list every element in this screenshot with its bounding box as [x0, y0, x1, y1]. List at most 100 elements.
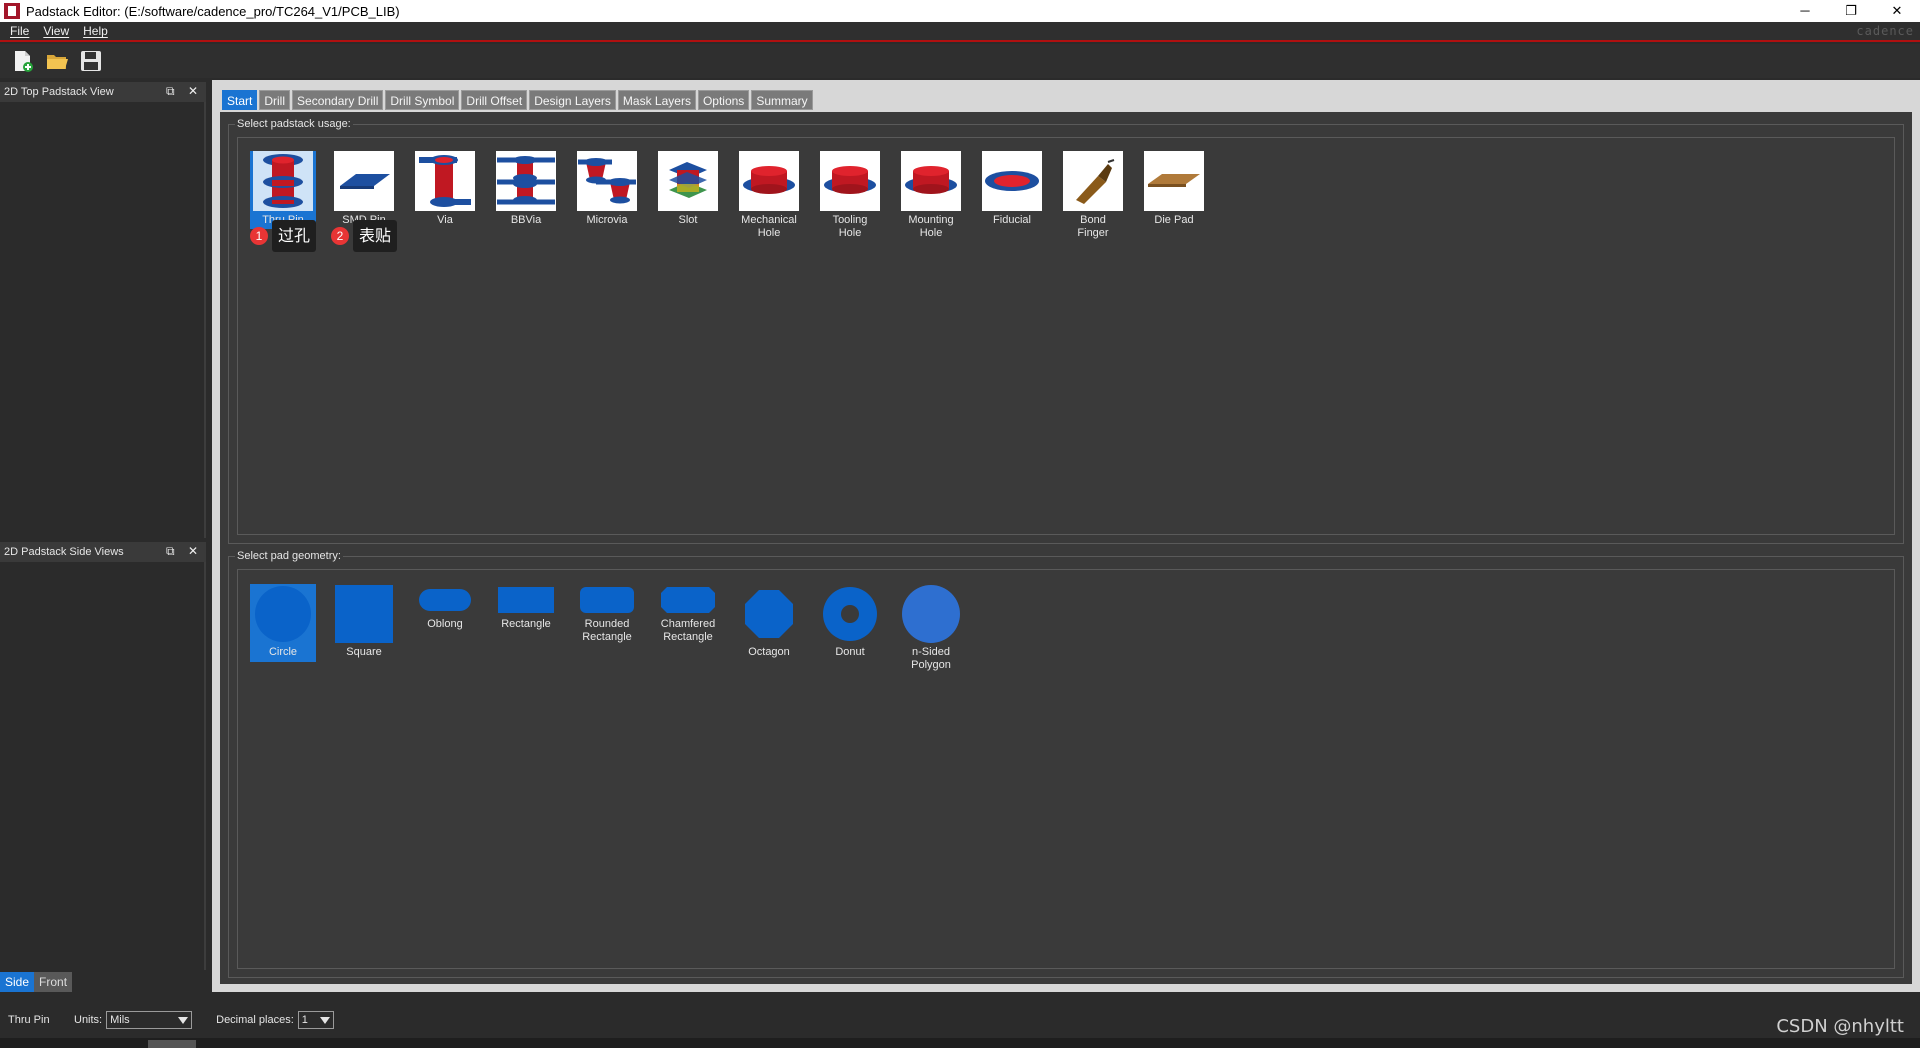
decimal-label: Decimal places: — [216, 1014, 294, 1026]
geometry-n-sided-polygon[interactable]: n-Sided Polygon — [898, 584, 964, 672]
donut-icon — [817, 584, 883, 644]
save-icon[interactable] — [78, 48, 104, 74]
usage-mechanical-hole[interactable]: Mechanical Hole — [736, 151, 802, 240]
window-title: Padstack Editor: (E:/software/cadence_pr… — [26, 3, 400, 19]
usage-label: Via — [437, 214, 453, 226]
restore-button[interactable]: ❐ — [1828, 0, 1874, 22]
die-pad-icon — [1144, 151, 1204, 211]
usage-label-line1: Bond — [1080, 214, 1106, 226]
tab-design-layers[interactable]: Design Layers — [529, 90, 616, 110]
menu-help[interactable]: Help — [83, 24, 108, 38]
units-select[interactable]: Mils — [106, 1011, 193, 1029]
chevron-down-icon — [178, 1016, 189, 1024]
geometry-circle[interactable]: Circle — [250, 584, 316, 662]
tab-secondary-drill[interactable]: Secondary Drill — [292, 90, 384, 110]
rectangle-icon — [493, 584, 559, 616]
open-folder-icon[interactable] — [44, 48, 70, 74]
square-icon — [331, 584, 397, 644]
usage-label-line2: Hole — [757, 227, 781, 239]
usage-label-line1: Mounting — [908, 214, 954, 226]
decimal-select[interactable]: 1 — [297, 1011, 334, 1029]
mounting-hole-icon — [901, 151, 961, 211]
app-icon — [4, 3, 20, 19]
close-icon[interactable]: ✕ — [188, 544, 198, 558]
title-bar: Padstack Editor: (E:/software/cadence_pr… — [0, 0, 1920, 22]
bottom-scrollbar[interactable] — [0, 1038, 1920, 1048]
scrollbar-thumb[interactable] — [148, 1040, 196, 1048]
geometry-chamfered-rectangle[interactable]: Chamfered Rectangle — [655, 584, 721, 644]
oblong-icon — [412, 584, 478, 616]
cadence-logo: cadence — [1856, 24, 1914, 38]
tab-start[interactable]: Start — [222, 90, 258, 110]
tab-drill-symbol[interactable]: Drill Symbol — [385, 90, 460, 110]
usage-tooling-hole[interactable]: Tooling Hole — [817, 151, 883, 240]
usage-bond-finger[interactable]: Bond Finger — [1060, 151, 1126, 240]
annotation-label-2: 表贴 — [353, 220, 398, 252]
main-panel: Start Drill Secondary Drill Drill Symbol… — [212, 80, 1920, 992]
mechanical-hole-icon — [739, 151, 799, 211]
watermark: CSDN @nhyltt — [1776, 1016, 1904, 1037]
usage-thru-pin[interactable]: Thru Pin — [250, 151, 316, 229]
tab-side[interactable]: Side — [0, 972, 35, 992]
usage-mounting-hole[interactable]: Mounting Hole — [898, 151, 964, 240]
tab-options[interactable]: Options — [697, 90, 750, 110]
left-dock: 2D Top Padstack View ⧉ ✕ 2D Padstack Sid… — [0, 80, 208, 992]
chevron-down-icon — [319, 1016, 330, 1024]
status-bar: Thru Pin Units: Mils Decimal places: 1 — [0, 1002, 1920, 1038]
usage-die-pad[interactable]: Die Pad — [1141, 151, 1207, 227]
side-view-title: 2D Padstack Side Views — [4, 546, 124, 558]
geometry-oblong[interactable]: Oblong — [412, 584, 478, 631]
tab-front[interactable]: Front — [34, 972, 73, 992]
close-icon[interactable]: ✕ — [188, 84, 198, 98]
tab-summary[interactable]: Summary — [751, 90, 813, 110]
tab-mask-layers[interactable]: Mask Layers — [617, 90, 696, 110]
new-file-icon[interactable] — [10, 48, 36, 74]
usage-label: Microvia — [586, 214, 628, 226]
tab-drill-offset[interactable]: Drill Offset — [461, 90, 528, 110]
geometry-rectangle[interactable]: Rectangle — [493, 584, 559, 631]
usage-label-line2: Hole — [838, 227, 862, 239]
usage-label-line1: Tooling — [832, 214, 868, 226]
thru-pin-icon — [253, 151, 313, 211]
usage-label: Slot — [678, 214, 698, 226]
tab-drill[interactable]: Drill — [259, 90, 291, 110]
units-value: Mils — [110, 1014, 130, 1026]
menu-bar: File View Help cadence — [0, 22, 1920, 42]
geometry-label: Octagon — [748, 646, 790, 658]
geometry-octagon[interactable]: Octagon — [736, 584, 802, 659]
float-icon[interactable]: ⧉ — [166, 84, 175, 99]
bond-finger-icon — [1063, 151, 1123, 211]
geometry-rounded-rectangle[interactable]: Rounded Rectangle — [574, 584, 640, 644]
units-label: Units: — [74, 1014, 103, 1026]
usage-bbvia[interactable]: BBVia — [493, 151, 559, 227]
usage-smd-pin[interactable]: SMD Pin — [331, 151, 397, 227]
usage-box: Thru Pin SMD Pin Via — [237, 137, 1895, 535]
usage-slot[interactable]: Slot — [655, 151, 721, 227]
top-view-canvas[interactable] — [0, 102, 206, 538]
close-button[interactable]: ✕ — [1874, 0, 1920, 22]
menu-file[interactable]: File — [10, 24, 29, 38]
usage-via[interactable]: Via — [412, 151, 478, 227]
rounded-rectangle-icon — [574, 584, 640, 616]
usage-microvia[interactable]: Microvia — [574, 151, 640, 227]
geometry-donut[interactable]: Donut — [817, 584, 883, 659]
top-view-title: 2D Top Padstack View — [4, 86, 114, 98]
top-view-header: 2D Top Padstack View ⧉ ✕ — [0, 82, 206, 102]
menu-view[interactable]: View — [43, 24, 69, 38]
geometry-label: Donut — [835, 646, 865, 658]
geometry-group-label: Select pad geometry: — [235, 550, 343, 562]
geometry-square[interactable]: Square — [331, 584, 397, 659]
slot-icon — [658, 151, 718, 211]
chamfered-rectangle-icon — [655, 584, 721, 616]
usage-fiducial[interactable]: Fiducial — [979, 151, 1045, 227]
window-controls: ─ ❐ ✕ — [1782, 0, 1920, 22]
geometry-label-line2: Rectangle — [663, 631, 713, 643]
start-tab-content: Select padstack usage: Thru Pin SMD Pin — [220, 112, 1912, 984]
geometry-label: Square — [346, 646, 382, 658]
side-view-canvas[interactable] — [0, 562, 206, 970]
minimize-button[interactable]: ─ — [1782, 0, 1828, 22]
annotation-badge-1: 1 — [250, 227, 268, 245]
float-icon[interactable]: ⧉ — [166, 544, 175, 559]
toolbar — [0, 44, 1920, 78]
geometry-label-line2: Polygon — [911, 659, 951, 671]
